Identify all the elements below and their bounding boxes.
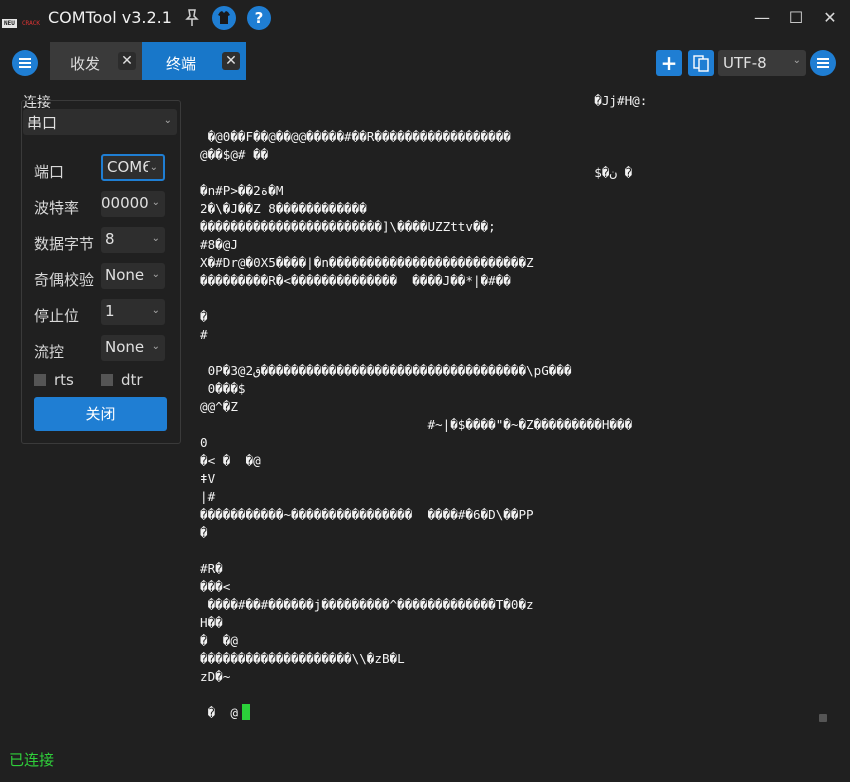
shirt-icon[interactable] <box>212 6 236 30</box>
dtr-checkbox[interactable] <box>101 374 113 386</box>
chevron-down-icon: ⌄ <box>151 305 160 316</box>
terminal-line: �����������~���������������� ����#�6�D\�… <box>200 507 534 522</box>
scrollbar-handle[interactable] <box>819 714 827 722</box>
flowcontrol-select[interactable]: None ⌄ <box>101 335 165 361</box>
chevron-down-icon: ⌄ <box>163 115 172 126</box>
terminal-line: 0���$ <box>200 381 246 396</box>
close-port-button[interactable]: 关闭 <box>34 397 167 431</box>
app-title: COMTool v3.2.1 <box>48 8 172 27</box>
add-plugin-button[interactable]: + <box>656 50 682 76</box>
terminal-line: @@^�Z <box>200 399 238 414</box>
terminal-line: X�#Dr@�0X5����|�n�����������������������… <box>200 255 534 270</box>
logo-bottom-text: CRACK <box>21 20 40 27</box>
port-label: 端口 <box>34 163 65 181</box>
baudrate-label: 波特率 <box>34 199 80 217</box>
stopbits-label: 停止位 <box>34 307 80 325</box>
rts-label: rts <box>54 371 74 389</box>
dtr-label: dtr <box>121 371 143 389</box>
terminal-line: $�ن � <box>200 165 633 180</box>
terminal-line: ����#��#������j���������^�������������T�… <box>200 597 534 612</box>
terminal-line: 0P�3@2ق���������������������������������… <box>200 363 572 378</box>
encoding-select[interactable]: UTF-8 ⌄ <box>718 50 806 76</box>
databits-select[interactable]: 8 ⌄ <box>101 227 165 253</box>
app-logo: NEU CRACK <box>2 10 40 28</box>
terminal-line: zD�~ <box>200 669 231 684</box>
chevron-down-icon: ⌄ <box>151 341 160 352</box>
logo-top-text: NEU <box>2 19 17 28</box>
terminal-line: #~|�$����"�~�Z���������H��� <box>200 417 633 432</box>
terminal-line: ���< <box>200 579 231 594</box>
terminal-line: �n#P>��2ة�M <box>200 183 284 198</box>
title-bar: NEU CRACK COMTool v3.2.1 ? — ☐ ✕ <box>0 0 850 36</box>
terminal-output[interactable]: �Jj#H@: �@0��F��@��@@�����#��R����������… <box>200 92 812 732</box>
terminal-line: � �@ <box>200 633 238 648</box>
encoding-value: UTF-8 <box>723 54 767 72</box>
terminal-prompt-line: � @ <box>200 704 812 722</box>
baudrate-select[interactable]: 00000 ⌄ <box>101 191 165 217</box>
minimize-button[interactable]: — <box>752 8 772 28</box>
translate-icon[interactable] <box>688 50 714 76</box>
stopbits-value: 1 <box>105 302 115 320</box>
connection-status: 已连接 <box>9 751 55 769</box>
terminal-line: 0 <box>200 435 208 450</box>
right-menu-button[interactable] <box>810 50 836 76</box>
baudrate-value: 00000 <box>101 194 149 212</box>
left-menu-button[interactable] <box>12 50 38 76</box>
chevron-down-icon: ⌄ <box>147 162 158 173</box>
terminal-prompt: � @ <box>200 705 238 720</box>
databits-label: 数据字节 <box>34 235 95 253</box>
parity-label: 奇偶校验 <box>34 271 95 289</box>
terminal-line: #R� <box>200 561 223 576</box>
terminal-line: |# <box>200 489 216 504</box>
help-icon[interactable]: ? <box>247 6 271 30</box>
terminal-line: 2�\�J��Z 8������������ <box>200 201 367 216</box>
terminal-line: #8�@J <box>200 237 238 252</box>
tab-label: 终端 <box>166 55 197 73</box>
port-value: COM6 <box>107 158 152 176</box>
pin-icon[interactable] <box>180 6 204 30</box>
terminal-line: ǂV <box>200 471 216 486</box>
terminal-line: H�� <box>200 615 223 630</box>
chevron-down-icon: ⌄ <box>151 269 160 280</box>
terminal-line: � <box>200 525 208 540</box>
connection-type-select[interactable]: 串口 ⌄ <box>23 109 177 135</box>
tab-send-receive[interactable]: 收发 ✕ <box>50 42 142 80</box>
stopbits-select[interactable]: 1 ⌄ <box>101 299 165 325</box>
maximize-button[interactable]: ☐ <box>786 8 806 28</box>
terminal-line: ��������������������\\�zB�L <box>200 651 405 666</box>
flowcontrol-label: 流控 <box>34 343 65 361</box>
tab-close-icon[interactable]: ✕ <box>222 52 240 70</box>
rts-checkbox[interactable] <box>34 374 46 386</box>
port-select[interactable]: COM6 ⌄ <box>101 154 165 181</box>
terminal-line: �Jj#H@: <box>200 93 648 108</box>
databits-value: 8 <box>105 230 115 248</box>
terminal-line: ������������������������]\����UZZttv��; <box>200 219 496 234</box>
terminal-line: ���������R�<�������������� ����J��*|�#�� <box>200 273 511 288</box>
close-window-button[interactable]: ✕ <box>820 8 840 28</box>
terminal-line: �< � �@ <box>200 453 261 468</box>
terminal-line: �@0��F��@��@@�����#��R������������������ <box>200 129 511 144</box>
terminal-line: � <box>200 309 208 324</box>
chevron-down-icon: ⌄ <box>792 55 801 66</box>
tab-label: 收发 <box>70 55 101 73</box>
terminal-cursor <box>241 704 250 720</box>
parity-value: None <box>105 266 145 284</box>
terminal-line: @��$@# �� <box>200 147 269 162</box>
terminal-line: # <box>200 327 208 342</box>
parity-select[interactable]: None ⌄ <box>101 263 165 289</box>
chevron-down-icon: ⌄ <box>151 197 160 208</box>
tab-close-icon[interactable]: ✕ <box>118 52 136 70</box>
tab-terminal[interactable]: 终端 ✕ <box>142 42 246 80</box>
connection-type-value: 串口 <box>27 114 58 132</box>
flowcontrol-value: None <box>105 338 145 356</box>
chevron-down-icon: ⌄ <box>151 233 160 244</box>
